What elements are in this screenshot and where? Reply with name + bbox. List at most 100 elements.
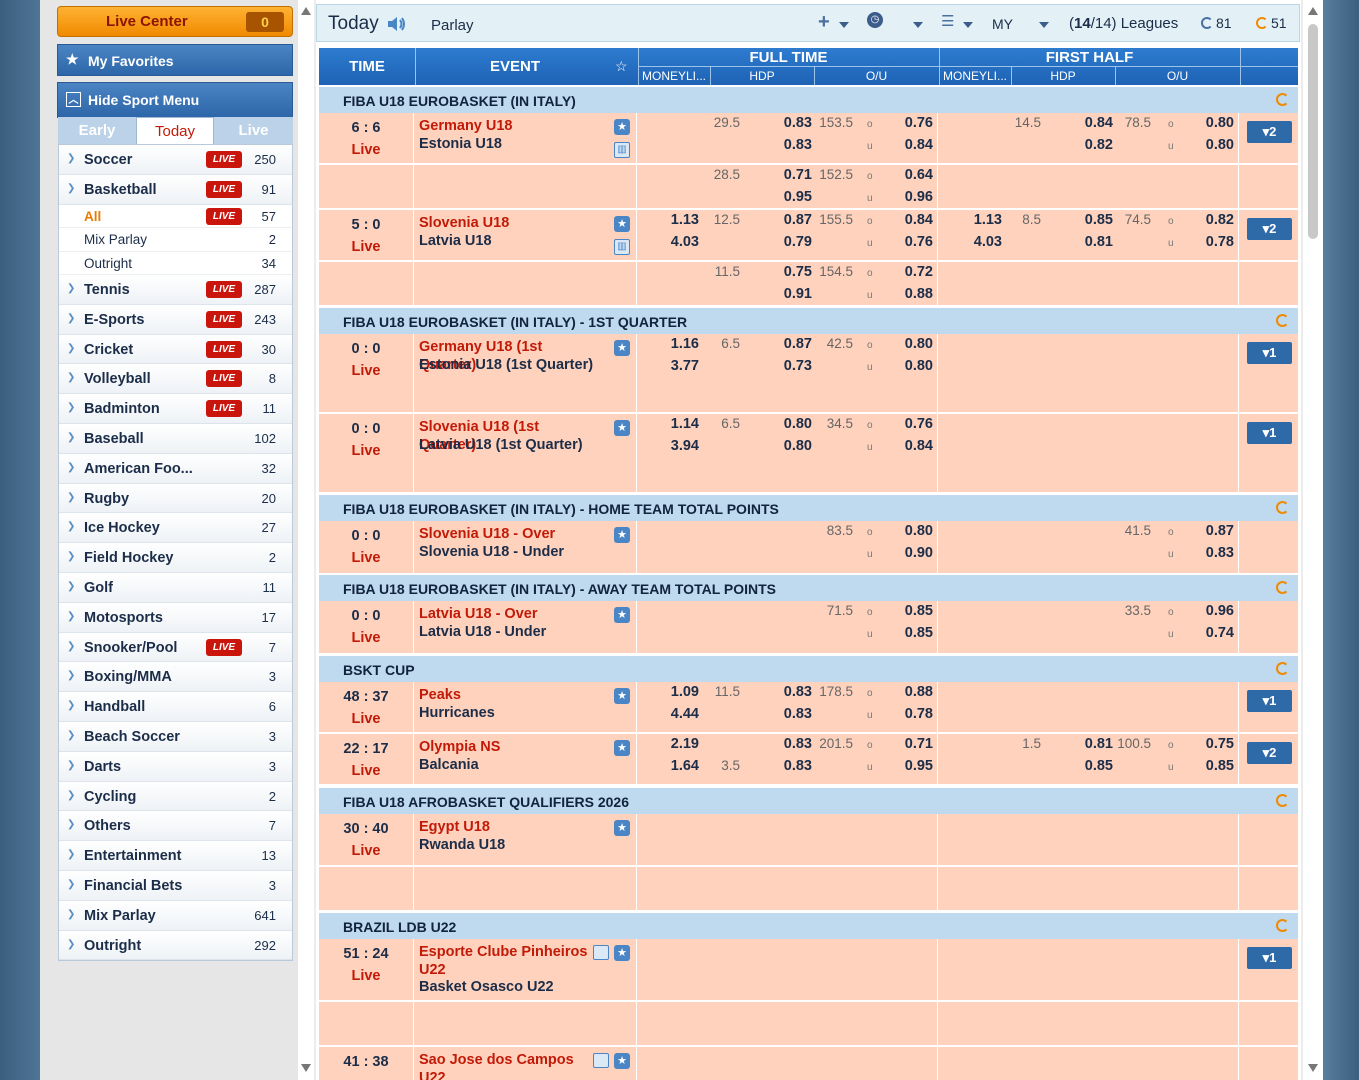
- league-header[interactable]: FIBA U18 EUROBASKET (IN ITALY) - 1ST QUA…: [319, 307, 1298, 334]
- odds-e5-ft-o[interactable]: 0.80: [893, 523, 933, 539]
- refresh-icon[interactable]: [1276, 662, 1289, 675]
- odds-e3-ft-h2[interactable]: 0.73: [772, 358, 812, 374]
- right-scrollbar[interactable]: [1303, 0, 1323, 1080]
- odds-type-select[interactable]: MY: [992, 16, 1013, 32]
- league-header[interactable]: FIBA U18 AFROBASKET QUALIFIERS 2026: [319, 787, 1298, 814]
- odds-e2-ml1[interactable]: 1.13: [659, 212, 699, 228]
- sidebar-item-volleyball[interactable]: ❯ Volleyball LIVE 8: [59, 364, 292, 395]
- odds-e5-fh-u[interactable]: 0.83: [1194, 545, 1234, 561]
- sidebar-item-rugby[interactable]: ❯ Rugby 20: [59, 483, 292, 514]
- stats-chart-icon[interactable]: ▥: [614, 239, 630, 255]
- favorite-star-icon[interactable]: ★: [614, 527, 630, 543]
- home-team[interactable]: Sao Jose dos Campos U22: [419, 1052, 589, 1080]
- sidebar-item-handball[interactable]: ❯ Handball 6: [59, 692, 292, 723]
- home-team[interactable]: Esporte Clube Pinheiros U22: [419, 944, 589, 979]
- favorite-star-icon[interactable]: ★: [614, 1053, 630, 1069]
- sidebar-item-american-foo[interactable]: ❯ American Foo... 32: [59, 453, 292, 484]
- add-icon[interactable]: +: [818, 11, 830, 34]
- more-bets-button[interactable]: ▾2: [1247, 218, 1292, 240]
- sidebar-item-tennis[interactable]: ❯ Tennis LIVE 287: [59, 275, 292, 305]
- sidebar-item-mix-parlay[interactable]: ❯ Mix Parlay 641: [59, 900, 292, 931]
- sidebar-item-soccer[interactable]: ❯ Soccer LIVE 250: [59, 145, 292, 175]
- home-team[interactable]: Germany U18: [419, 118, 597, 136]
- favorite-star-icon[interactable]: ★: [614, 216, 630, 232]
- sidebar-item-golf[interactable]: ❯ Golf 11: [59, 573, 292, 603]
- more-bets-button[interactable]: ▾1: [1247, 342, 1292, 364]
- sidebar-item-e-sports[interactable]: ❯ E-Sports LIVE 243: [59, 304, 292, 335]
- odds-e7-ml2[interactable]: 4.44: [659, 706, 699, 722]
- tv-icon[interactable]: [593, 945, 609, 960]
- odds-e1-fh-u[interactable]: 0.80: [1194, 137, 1234, 153]
- hide-sport-menu-bar[interactable]: ︿ Hide Sport Menu: [57, 82, 293, 118]
- odds-e4-ft-h1[interactable]: 0.80: [772, 416, 812, 432]
- sidebar-item-boxing-mma[interactable]: ❯ Boxing/MMA 3: [59, 662, 292, 693]
- odds-e2-x-o[interactable]: 0.72: [893, 264, 933, 280]
- odds-e2-ft-h2[interactable]: 0.79: [772, 234, 812, 250]
- sidebar-subitem-mix-parlay[interactable]: Mix Parlay 2: [59, 228, 292, 252]
- away-team[interactable]: Estonia U18: [419, 136, 597, 154]
- odds-e1-x-o[interactable]: 0.64: [893, 167, 933, 183]
- odds-e7-ft-h1[interactable]: 0.83: [772, 684, 812, 700]
- refresh-live-icon[interactable]: [1256, 17, 1268, 29]
- left-scrollbar[interactable]: [298, 0, 314, 1080]
- tab-early[interactable]: Early: [58, 117, 136, 144]
- odds-e2-ft-h1[interactable]: 0.87: [772, 212, 812, 228]
- scroll-down-icon[interactable]: [301, 1064, 311, 1072]
- odds-e6-fh-o[interactable]: 0.96: [1194, 603, 1234, 619]
- sidebar-item-beach-soccer[interactable]: ❯ Beach Soccer 3: [59, 722, 292, 752]
- odds-e4-ft-o[interactable]: 0.76: [893, 416, 933, 432]
- favorite-star-icon[interactable]: ★: [614, 740, 630, 756]
- away-team[interactable]: Latvia U18 - Under: [419, 624, 597, 642]
- odds-e1-fh-h2[interactable]: 0.82: [1073, 137, 1113, 153]
- odds-e3-ml1[interactable]: 1.16: [659, 336, 699, 352]
- league-header[interactable]: FIBA U18 EUROBASKET (IN ITALY) - AWAY TE…: [319, 574, 1298, 601]
- away-team[interactable]: Estonia U18 (1st Quarter): [419, 357, 597, 375]
- favorites-header-icon[interactable]: ☆: [615, 58, 628, 75]
- odds-e8-ft-h1[interactable]: 0.83: [772, 736, 812, 752]
- odds-e8-ml2[interactable]: 1.64: [659, 758, 699, 774]
- odds-e1-ft-h1[interactable]: 0.83: [772, 115, 812, 131]
- my-favorites-bar[interactable]: ★ My Favorites: [57, 44, 293, 76]
- sidebar-item-darts[interactable]: ❯ Darts 3: [59, 751, 292, 782]
- more-bets-button[interactable]: ▾2: [1247, 742, 1292, 764]
- stats-chart-icon[interactable]: ▥: [614, 142, 630, 158]
- odds-e8-ft-u[interactable]: 0.95: [893, 758, 933, 774]
- refresh-icon[interactable]: [1276, 919, 1289, 932]
- refresh-icon[interactable]: [1276, 501, 1289, 514]
- home-team[interactable]: Olympia NS: [419, 739, 597, 757]
- odds-e2-fh-ml1[interactable]: 1.13: [962, 212, 1002, 228]
- home-team[interactable]: Peaks: [419, 687, 597, 705]
- odds-e5-fh-o[interactable]: 0.87: [1194, 523, 1234, 539]
- sidebar-item-baseball[interactable]: ❯ Baseball 102: [59, 424, 292, 454]
- odds-e8-ml1[interactable]: 2.19: [659, 736, 699, 752]
- league-header[interactable]: FIBA U18 EUROBASKET (IN ITALY): [319, 86, 1298, 113]
- odds-e3-ft-u[interactable]: 0.80: [893, 358, 933, 374]
- away-team[interactable]: Rwanda U18: [419, 837, 597, 855]
- sidebar-item-badminton[interactable]: ❯ Badminton LIVE 11: [59, 394, 292, 425]
- odds-e1-x-h2[interactable]: 0.95: [772, 189, 812, 205]
- away-team[interactable]: Slovenia U18 - Under: [419, 544, 597, 562]
- sidebar-subitem-outright[interactable]: Outright 34: [59, 251, 292, 276]
- leagues-filter[interactable]: (14/14) Leagues: [1069, 15, 1178, 32]
- sort-icon[interactable]: ☰: [941, 12, 954, 30]
- odds-e2-ml2[interactable]: 4.03: [659, 234, 699, 250]
- away-team[interactable]: Latvia U18 (1st Quarter): [419, 437, 597, 455]
- odds-e6-ft-u[interactable]: 0.85: [893, 625, 933, 641]
- odds-e2-ft-o[interactable]: 0.84: [893, 212, 933, 228]
- sidebar-item-outright[interactable]: ❯ Outright 292: [59, 930, 292, 961]
- sidebar-item-entertainment[interactable]: ❯ Entertainment 13: [59, 841, 292, 872]
- sound-icon[interactable]: [387, 16, 407, 32]
- odds-e2-fh-ml2[interactable]: 4.03: [962, 234, 1002, 250]
- league-header[interactable]: BSKT CUP: [319, 655, 1298, 682]
- scroll-thumb[interactable]: [1308, 24, 1318, 239]
- favorite-star-icon[interactable]: ★: [614, 420, 630, 436]
- odds-e8-ft-h2[interactable]: 0.83: [772, 758, 812, 774]
- away-team[interactable]: Hurricanes: [419, 705, 597, 723]
- refresh-icon[interactable]: [1276, 794, 1289, 807]
- away-team[interactable]: Balcania: [419, 757, 597, 775]
- odds-e1-fh-o[interactable]: 0.80: [1194, 115, 1234, 131]
- odds-e3-ml2[interactable]: 3.77: [659, 358, 699, 374]
- home-team[interactable]: Slovenia U18 - Over: [419, 526, 597, 544]
- odds-e3-ft-o[interactable]: 0.80: [893, 336, 933, 352]
- odds-e4-ft-h2[interactable]: 0.80: [772, 438, 812, 454]
